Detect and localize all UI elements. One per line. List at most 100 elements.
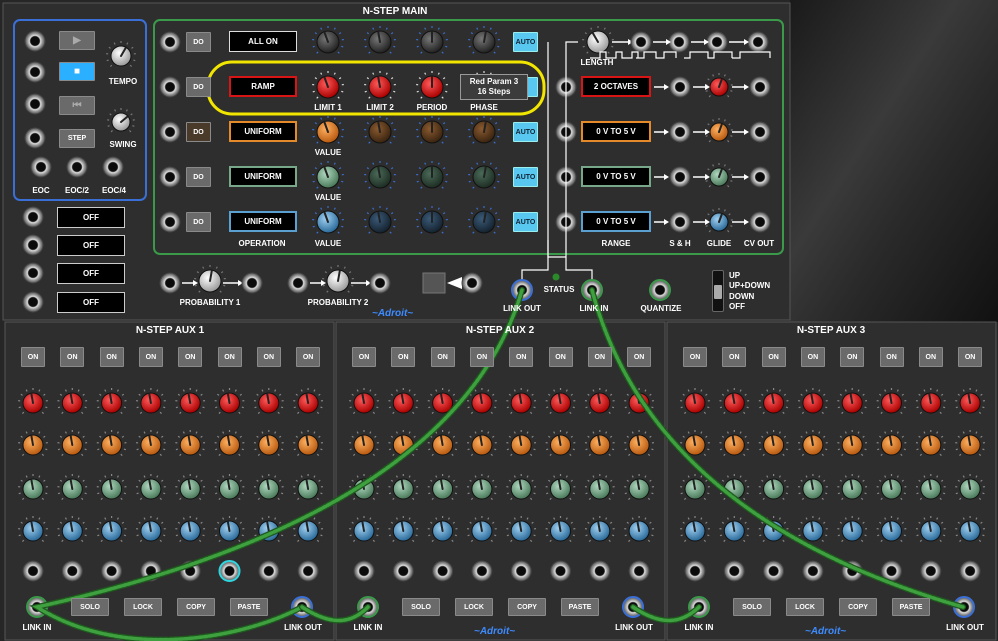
prob2-out-jack[interactable]: [369, 272, 391, 294]
cv-out-jack-2[interactable]: [749, 121, 771, 143]
auto-button-4[interactable]: AUTO: [513, 167, 538, 187]
aux2-on-button-1[interactable]: ON: [352, 347, 376, 367]
aux2-on-button-5[interactable]: ON: [509, 347, 534, 367]
aux3-on-button-1[interactable]: ON: [683, 347, 707, 367]
aux3-on-button-5[interactable]: ON: [840, 347, 865, 367]
off-row-jack-4[interactable]: [22, 291, 44, 313]
run-button[interactable]: ■: [59, 62, 95, 81]
play-button[interactable]: ▶: [59, 31, 95, 50]
aux3-on-button-4[interactable]: ON: [800, 347, 825, 367]
aux2-on-button-2[interactable]: ON: [391, 347, 416, 367]
off-display-3[interactable]: OFF: [57, 263, 125, 284]
row-in-jack-3[interactable]: [159, 121, 181, 143]
aux3-on-button-6[interactable]: ON: [879, 347, 904, 367]
mode-display-3[interactable]: UNIFORM: [229, 121, 297, 142]
quantize-jack[interactable]: [649, 279, 671, 301]
off-display-2[interactable]: OFF: [57, 235, 125, 256]
aux1-gate-jack-6[interactable]: [218, 560, 241, 582]
aux1-on-button-6[interactable]: ON: [217, 347, 242, 367]
aux1-gate-jack-3[interactable]: [101, 560, 123, 582]
range-display-1[interactable]: 2 OCTAVES: [581, 76, 651, 97]
cv-out-jack-4[interactable]: [749, 211, 771, 233]
range-display-3[interactable]: 0 V TO 5 V: [581, 166, 651, 187]
cv-out-jack-3[interactable]: [749, 166, 771, 188]
mode-display-5[interactable]: UNIFORM: [229, 211, 297, 232]
aux2-lock-button[interactable]: LOCK: [455, 598, 493, 616]
aux1-paste-button[interactable]: PASTE: [230, 598, 268, 616]
aux2-gate-jack-5[interactable]: [510, 560, 532, 582]
row-in-jack-2[interactable]: [159, 76, 181, 98]
aux3-lock-button[interactable]: LOCK: [786, 598, 824, 616]
prob1-out-jack[interactable]: [241, 272, 263, 294]
aux3-on-button-3[interactable]: ON: [761, 347, 786, 367]
mode-display-2[interactable]: RAMP: [229, 76, 297, 97]
transport-jack-4[interactable]: [24, 127, 46, 149]
transport-jack-1[interactable]: [24, 30, 46, 52]
aux3-paste-button[interactable]: PASTE: [892, 598, 930, 616]
range-display-2[interactable]: 0 V TO 5 V: [581, 121, 651, 142]
auto-button-1[interactable]: AUTO: [513, 32, 538, 52]
do-button-1[interactable]: DO: [186, 32, 211, 52]
row-in-jack-5[interactable]: [159, 211, 181, 233]
aux3-solo-button[interactable]: SOLO: [733, 598, 771, 616]
aux1-on-button-7[interactable]: ON: [256, 347, 281, 367]
off-display-4[interactable]: OFF: [57, 292, 125, 313]
aux3-on-button-2[interactable]: ON: [722, 347, 747, 367]
do-button-2[interactable]: DO: [186, 77, 211, 97]
aux1-copy-button[interactable]: COPY: [177, 598, 215, 616]
step-button[interactable]: STEP: [59, 129, 95, 148]
aux3-gate-jack-2[interactable]: [723, 560, 745, 582]
transport-jack-2[interactable]: [24, 61, 46, 83]
reset-button[interactable]: ⏮: [59, 96, 95, 115]
aux3-gate-jack-1[interactable]: [684, 560, 706, 582]
aux1-gate-jack-8[interactable]: [297, 560, 319, 582]
do-button-4[interactable]: DO: [186, 167, 211, 187]
aux1-on-button-5[interactable]: ON: [178, 347, 203, 367]
aux2-copy-button[interactable]: COPY: [508, 598, 546, 616]
prob1-in-jack[interactable]: [159, 272, 181, 294]
off-display-1[interactable]: OFF: [57, 207, 125, 228]
aux1-on-button-8[interactable]: ON: [296, 347, 321, 367]
main-aux-jack[interactable]: [461, 272, 483, 294]
row-in-jack-1[interactable]: [159, 31, 181, 53]
aux3-gate-jack-8[interactable]: [959, 560, 981, 582]
aux2-gate-jack-2[interactable]: [392, 560, 414, 582]
aux2-on-button-8[interactable]: ON: [627, 347, 652, 367]
aux2-solo-button[interactable]: SOLO: [402, 598, 440, 616]
aux1-on-button-4[interactable]: ON: [138, 347, 163, 367]
auto-button-5[interactable]: AUTO: [513, 212, 538, 232]
direction-switch-handle[interactable]: [714, 285, 722, 299]
aux2-gate-jack-6[interactable]: [550, 560, 571, 582]
aux2-gate-jack-3[interactable]: [432, 560, 454, 582]
prob2-in-jack[interactable]: [287, 272, 309, 294]
aux3-copy-button[interactable]: COPY: [839, 598, 877, 616]
aux2-gate-jack-4[interactable]: [471, 560, 493, 582]
aux3-gate-jack-4[interactable]: [802, 560, 824, 582]
mode-display-1[interactable]: ALL ON: [229, 31, 297, 52]
clock-jack-2[interactable]: [668, 31, 690, 53]
aux2-gate-jack-1[interactable]: [353, 560, 375, 582]
aux1-solo-button[interactable]: SOLO: [71, 598, 109, 616]
sh-jack-4[interactable]: [669, 211, 691, 233]
aux1-gate-jack-7[interactable]: [258, 560, 280, 582]
aux3-gate-jack-7[interactable]: [920, 560, 942, 582]
disabled-button[interactable]: [422, 272, 446, 294]
aux1-on-button-1[interactable]: ON: [21, 347, 45, 367]
aux2-on-button-7[interactable]: ON: [587, 347, 612, 367]
aux2-on-button-3[interactable]: ON: [430, 347, 455, 367]
eoc-jack-2[interactable]: [66, 156, 88, 178]
aux2-gate-jack-7[interactable]: [589, 560, 611, 582]
do-button-5[interactable]: DO: [186, 212, 211, 232]
aux2-on-button-6[interactable]: ON: [548, 347, 573, 367]
sh-jack-2[interactable]: [669, 121, 691, 143]
aux2-gate-jack-8[interactable]: [628, 560, 650, 582]
aux3-gate-jack-3[interactable]: [763, 560, 785, 582]
off-row-jack-1[interactable]: [22, 206, 44, 228]
clock-jack-1[interactable]: [630, 31, 652, 53]
aux1-on-button-3[interactable]: ON: [99, 347, 124, 367]
sh-jack-3[interactable]: [669, 166, 691, 188]
transport-jack-3[interactable]: [24, 93, 46, 115]
mode-display-4[interactable]: UNIFORM: [229, 166, 297, 187]
do-button-3[interactable]: DO: [186, 122, 211, 142]
cv-out-jack-1[interactable]: [749, 76, 771, 98]
